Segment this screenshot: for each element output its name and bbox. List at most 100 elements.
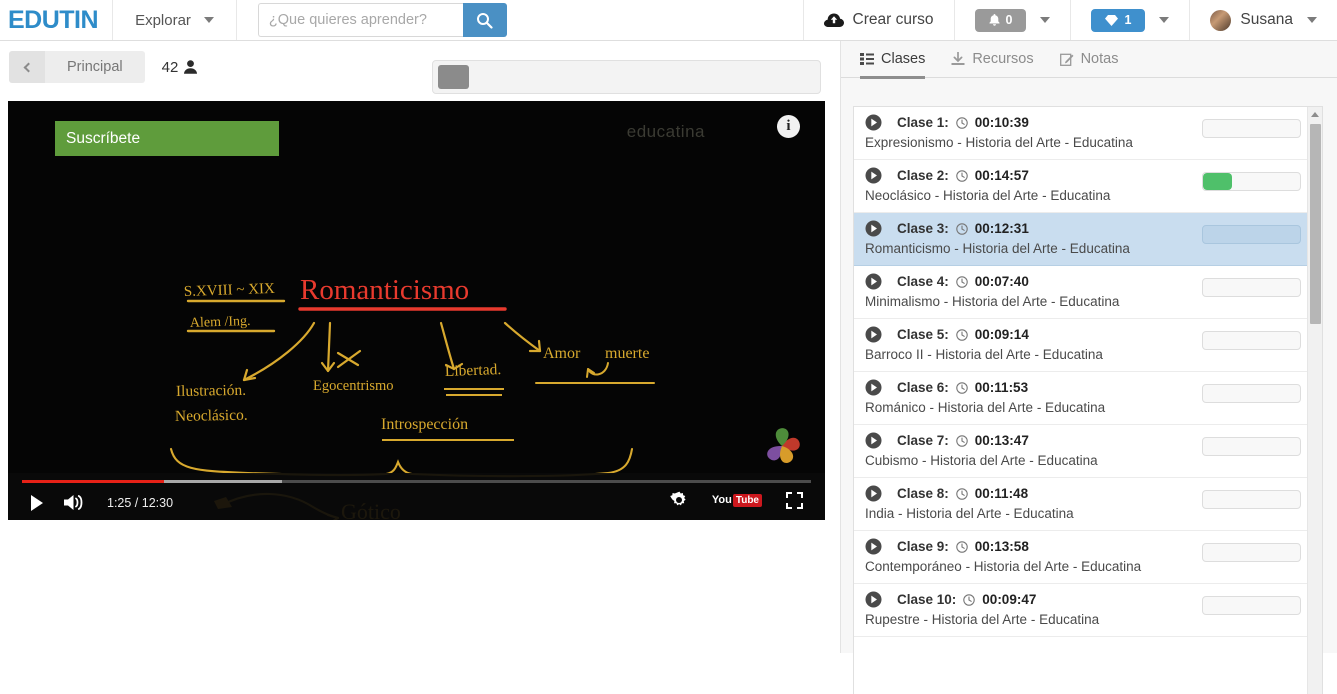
tab-recursos-label: Recursos: [972, 51, 1034, 67]
play-icon[interactable]: [865, 167, 882, 184]
play-icon[interactable]: [865, 379, 882, 396]
class-progress-bar: [1202, 225, 1301, 244]
create-course-button[interactable]: Crear curso: [802, 0, 954, 40]
progress-bar[interactable]: [22, 480, 811, 483]
class-label: Clase 9:: [897, 539, 949, 554]
info-icon[interactable]: i: [777, 115, 800, 138]
class-duration: 00:11:53: [974, 380, 1029, 395]
svg-text:Egocentrismo: Egocentrismo: [313, 378, 394, 394]
class-progress-bar: [1202, 278, 1301, 297]
chevron-down-icon: [203, 17, 214, 23]
clock-icon: [956, 222, 968, 235]
player-controls: 1:25 / 12:30 You Tube: [8, 473, 825, 520]
placeholder-field[interactable]: [432, 60, 821, 94]
scroll-up-button[interactable]: [1308, 107, 1322, 122]
play-icon[interactable]: [865, 326, 882, 343]
chevron-down-icon: [1040, 17, 1051, 23]
class-list-item[interactable]: Clase 5: 00:09:14 Barroco II - Historia de…: [854, 319, 1322, 372]
svg-text:Romanticismo: Romanticismo: [300, 274, 469, 306]
svg-text:Alem /Ing.: Alem /Ing.: [190, 314, 251, 331]
list-icon: [860, 53, 874, 65]
class-progress-bar: [1202, 596, 1301, 615]
play-icon[interactable]: [865, 220, 882, 237]
svg-text:Neoclásico.: Neoclásico.: [175, 407, 248, 425]
credits-count: 1: [1124, 13, 1132, 27]
svg-text:S.XVIII ~ XIX: S.XVIII ~ XIX: [184, 281, 276, 300]
panel-tabs: Clases Recursos Notas: [841, 41, 1337, 79]
tab-recursos[interactable]: Recursos: [951, 41, 1034, 78]
brand-logo[interactable]: EDUTIN: [0, 0, 114, 40]
play-icon[interactable]: [865, 485, 882, 502]
whiteboard-drawing: S.XVIII ~ XIX Alem /Ing. Romanticismo Il…: [169, 274, 655, 520]
class-duration: 00:09:14: [974, 327, 1029, 342]
notifications-count: 0: [1005, 13, 1013, 27]
scrollbar-thumb[interactable]: [1310, 124, 1321, 324]
class-duration: 00:13:47: [974, 433, 1029, 448]
class-label: Clase 1:: [897, 115, 949, 130]
search-button[interactable]: [462, 3, 507, 37]
class-list-item[interactable]: Clase 1: 00:10:39 Expresionismo - Historia…: [854, 107, 1322, 160]
notifications-button[interactable]: 0: [953, 0, 1071, 40]
breadcrumb-principal[interactable]: Principal: [45, 51, 145, 83]
subscribe-overlay[interactable]: Suscríbete: [55, 121, 279, 156]
youtube-logo-pre: You: [711, 494, 732, 506]
pinwheel-logo-icon: [767, 428, 800, 463]
class-progress-bar: [1202, 543, 1301, 562]
chevron-left-icon: [23, 62, 34, 72]
play-icon[interactable]: [865, 538, 882, 555]
class-duration: 00:13:58: [974, 539, 1029, 554]
class-list-scrollbar[interactable]: [1307, 107, 1322, 694]
video-player[interactable]: S.XVIII ~ XIX Alem /Ing. Romanticismo Il…: [8, 101, 825, 520]
tab-notas[interactable]: Notas: [1059, 41, 1119, 78]
volume-icon[interactable]: [64, 494, 85, 511]
video-stage: S.XVIII ~ XIX Alem /Ing. Romanticismo Il…: [8, 101, 825, 520]
class-label: Clase 7:: [897, 433, 949, 448]
bell-icon: [989, 14, 1000, 26]
clock-icon: [956, 275, 968, 288]
back-button[interactable]: [9, 51, 45, 83]
credits-button[interactable]: 1: [1070, 0, 1189, 40]
edit-icon: [1059, 53, 1074, 66]
class-list-item[interactable]: Clase 9: 00:13:58 Contemporáneo - Historia…: [854, 531, 1322, 584]
tab-notas-label: Notas: [1080, 51, 1119, 67]
class-list-item[interactable]: Clase 6: 00:11:53 Románico - Historia del …: [854, 372, 1322, 425]
search-bar: [257, 3, 507, 37]
play-icon[interactable]: [865, 114, 882, 131]
class-duration: 00:09:47: [982, 592, 1037, 607]
progress-played: [22, 480, 165, 483]
class-duration: 00:11:48: [974, 486, 1029, 501]
class-list-item[interactable]: Clase 2: 00:14:57 Neoclásico - Historia de…: [854, 160, 1322, 213]
view-count: 42: [162, 59, 198, 76]
class-list-item[interactable]: Clase 4: 00:07:40 Minimalismo - Historia d…: [854, 266, 1322, 319]
play-icon[interactable]: [865, 432, 882, 449]
class-label: Clase 2:: [897, 168, 949, 183]
youtube-logo-icon[interactable]: You Tube: [711, 493, 762, 507]
subscribe-label: Suscríbete: [66, 129, 141, 147]
explore-menu[interactable]: Explorar: [113, 0, 237, 40]
play-icon[interactable]: [865, 591, 882, 608]
svg-text:muerte: muerte: [605, 345, 649, 362]
youtube-logo-post: Tube: [732, 493, 762, 507]
class-label: Clase 10:: [897, 592, 957, 607]
fullscreen-icon[interactable]: [786, 491, 803, 509]
diamond-icon: [1105, 14, 1119, 26]
class-progress-bar: [1202, 384, 1301, 403]
class-list-item[interactable]: Clase 8: 00:11:48 India - Historia del Art…: [854, 478, 1322, 531]
user-icon: [184, 60, 198, 74]
create-course-label: Crear curso: [852, 11, 934, 28]
clock-icon: [963, 593, 976, 606]
course-side-panel: Clases Recursos Notas Clase 1: 00:10:39 Ex…: [840, 41, 1337, 694]
class-list-item[interactable]: Clase 7: 00:13:47 Cubismo - Historia del A…: [854, 425, 1322, 478]
navbar-right: Crear curso 0 1 Susana: [802, 0, 1337, 40]
class-progress-bar: [1202, 437, 1301, 456]
play-icon[interactable]: [30, 494, 44, 511]
play-icon[interactable]: [865, 273, 882, 290]
search-input[interactable]: [257, 3, 463, 37]
clock-icon: [956, 487, 968, 500]
tab-clases[interactable]: Clases: [860, 41, 926, 79]
controls-right: You Tube: [670, 491, 803, 509]
gear-icon[interactable]: [670, 491, 688, 509]
class-list-item[interactable]: Clase 10: 00:09:47 Rupestre - Historia del…: [854, 584, 1322, 637]
user-menu[interactable]: Susana: [1189, 0, 1337, 40]
class-list-item[interactable]: Clase 3: 00:12:31 Romanticismo - Historia …: [854, 213, 1322, 266]
